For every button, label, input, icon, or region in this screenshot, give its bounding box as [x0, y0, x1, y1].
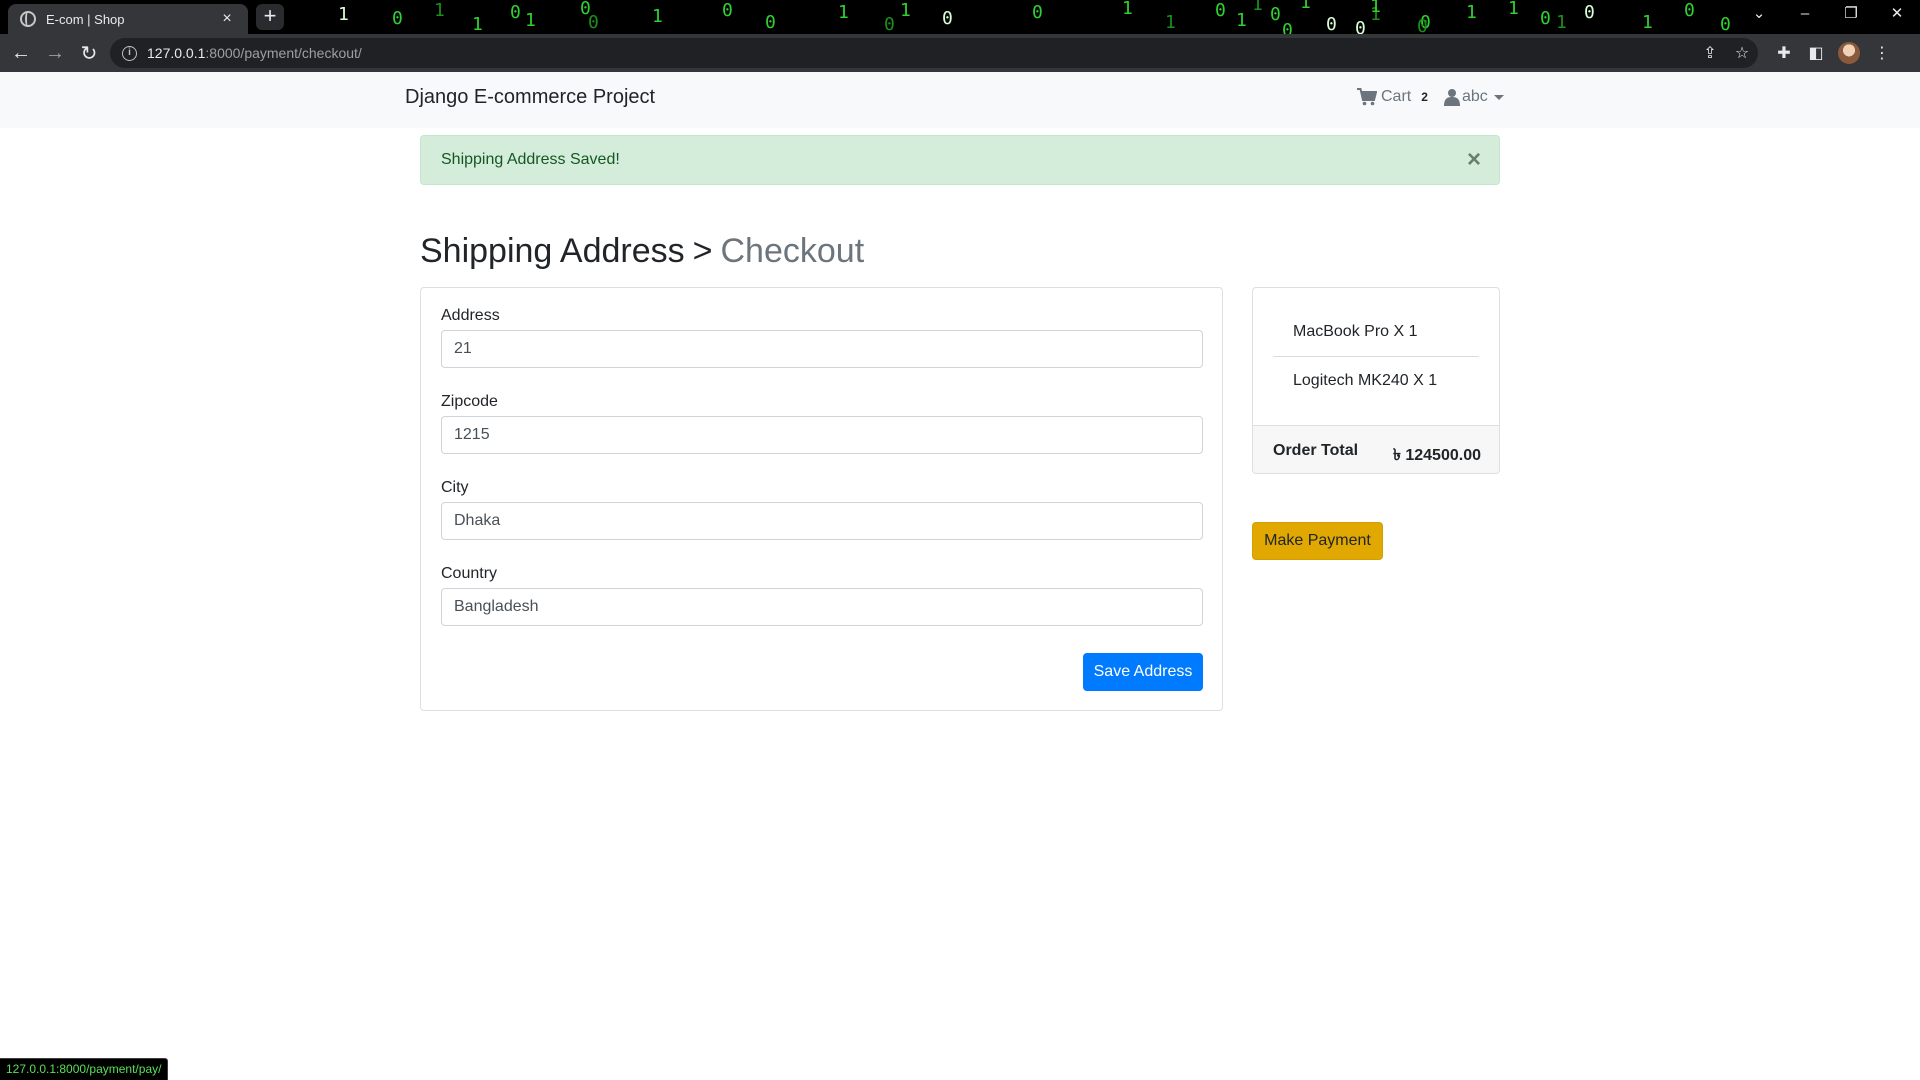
success-alert: Shipping Address Saved! ×	[420, 135, 1500, 185]
order-divider	[1273, 356, 1479, 357]
city-label: City	[441, 479, 469, 496]
matrix-digit: 1	[838, 2, 849, 23]
address-label: Address	[441, 307, 500, 324]
minimize-icon[interactable]: –	[1782, 0, 1828, 30]
matrix-digit: 0	[1032, 2, 1043, 23]
cart-label: Cart	[1381, 88, 1412, 105]
tab-title: E-com | Shop	[46, 11, 125, 27]
matrix-digit: 1	[338, 4, 349, 25]
matrix-digit: 0	[510, 2, 521, 23]
order-item-logitech: Logitech MK240 X 1	[1293, 372, 1438, 389]
order-total-row: Order Total ৳ 124500.00	[1253, 425, 1499, 473]
more-menu-icon[interactable]: ⋮	[1866, 43, 1898, 63]
cart-icon	[1357, 88, 1377, 106]
zipcode-field[interactable]	[441, 416, 1203, 454]
user-dropdown[interactable]: abc	[1444, 88, 1504, 106]
matrix-digit: 1	[1165, 12, 1176, 33]
order-item-macbook: MacBook Pro X 1	[1293, 323, 1418, 340]
matrix-digit: 0	[1417, 16, 1428, 35]
matrix-digit: 0	[722, 0, 733, 21]
city-field[interactable]	[441, 502, 1203, 540]
matrix-digit: 0	[1270, 4, 1281, 25]
user-label: abc	[1462, 88, 1488, 105]
order-total-label: Order Total	[1273, 442, 1359, 459]
save-address-button[interactable]: Save Address	[1083, 653, 1203, 691]
matrix-digit: 0	[588, 12, 599, 33]
matrix-digit: 1	[1370, 0, 1381, 17]
back-icon[interactable]: ←	[4, 38, 38, 68]
order-summary-card: MacBook Pro X 1 Logitech MK240 X 1 Order…	[1252, 287, 1500, 474]
matrix-digit: 0	[1282, 20, 1293, 35]
matrix-digit: 0	[765, 12, 776, 33]
matrix-digit: 0	[1584, 2, 1595, 23]
share-icon[interactable]: ⇪	[1694, 43, 1726, 63]
side-panel-icon[interactable]: ◧	[1800, 43, 1832, 63]
matrix-digit: 0	[884, 14, 895, 34]
cart-link[interactable]: Cart 2	[1357, 88, 1428, 106]
globe-icon	[20, 11, 36, 27]
matrix-digit: 1	[900, 0, 911, 21]
forward-icon[interactable]: →	[38, 38, 72, 68]
heading-secondary: Checkout	[720, 232, 865, 270]
matrix-digit: 1	[652, 6, 663, 27]
matrix-digit: 1	[525, 10, 536, 31]
page-title: Shipping Address > Checkout	[420, 232, 864, 271]
chevron-down-icon	[1493, 94, 1504, 100]
cart-count-badge: 2	[1421, 90, 1428, 104]
browser-tab-strip: 10110100100101001101001011010100101010 E…	[0, 0, 1920, 34]
matrix-digit: 1	[472, 14, 483, 34]
matrix-digit: 1	[434, 0, 445, 21]
alert-message: Shipping Address Saved!	[441, 151, 620, 168]
matrix-digit: 0	[1215, 0, 1226, 21]
matrix-digit: 1	[1252, 0, 1263, 15]
site-info-icon[interactable]: i	[122, 45, 137, 61]
matrix-digit: 1	[1466, 2, 1477, 23]
shipping-address-form: Address Zipcode City Country Save Addres…	[420, 287, 1223, 711]
link-status-bubble: 127.0.0.1:8000/payment/pay/	[0, 1058, 169, 1080]
close-icon[interactable]: ×	[1467, 148, 1481, 172]
matrix-digit: 0	[1720, 14, 1731, 34]
matrix-digit: 0	[1326, 14, 1337, 34]
restore-icon[interactable]: ❐	[1828, 0, 1874, 30]
matrix-digit: 0	[392, 8, 403, 29]
new-tab-button[interactable]: +	[256, 4, 284, 30]
url-path: :8000/payment/checkout/	[205, 45, 362, 61]
country-label: Country	[441, 565, 498, 582]
reload-icon[interactable]: ↻	[72, 38, 106, 68]
matrix-digit: 1	[1642, 12, 1653, 33]
heading-primary: Shipping Address	[420, 232, 685, 270]
url-host: 127.0.0.1	[147, 45, 206, 61]
zipcode-label: Zipcode	[441, 393, 498, 410]
tab-search-icon[interactable]: ⌄	[1736, 0, 1782, 30]
matrix-digit: 1	[1122, 0, 1133, 19]
close-window-icon[interactable]: ✕	[1874, 0, 1920, 30]
matrix-digit: 0	[1540, 8, 1551, 29]
country-field[interactable]	[441, 588, 1203, 626]
tab-close-icon[interactable]: ×	[218, 10, 236, 28]
matrix-digit: 1	[1508, 0, 1519, 19]
matrix-digit: 0	[942, 8, 953, 29]
address-field[interactable]	[441, 330, 1203, 368]
brand-link[interactable]: Django E-commerce Project	[405, 86, 655, 109]
heading-separator: >	[692, 232, 713, 270]
bookmark-star-icon[interactable]: ☆	[1726, 43, 1758, 63]
site-navbar: Django E-commerce Project Cart 2 abc	[0, 72, 1920, 128]
profile-avatar[interactable]	[1838, 42, 1860, 64]
browser-tab-active[interactable]: E-com | Shop ×	[8, 4, 248, 34]
extensions-puzzle-icon[interactable]: ✚	[1768, 43, 1800, 63]
matrix-digit: 0	[1355, 18, 1366, 35]
browser-toolbar: ← → ↻ i 127.0.0.1:8000/payment/checkout/…	[0, 34, 1920, 72]
matrix-digit: 0	[1684, 0, 1695, 21]
make-payment-button[interactable]: Make Payment	[1252, 522, 1383, 560]
matrix-digit: 1	[1300, 0, 1311, 13]
matrix-digit: 1	[1236, 10, 1247, 31]
matrix-digit: 1	[1556, 12, 1567, 33]
user-icon	[1444, 89, 1460, 106]
address-bar[interactable]: i 127.0.0.1:8000/payment/checkout/ ⇪ ☆	[110, 38, 1758, 68]
order-total-value: ৳ 124500.00	[1392, 447, 1481, 464]
